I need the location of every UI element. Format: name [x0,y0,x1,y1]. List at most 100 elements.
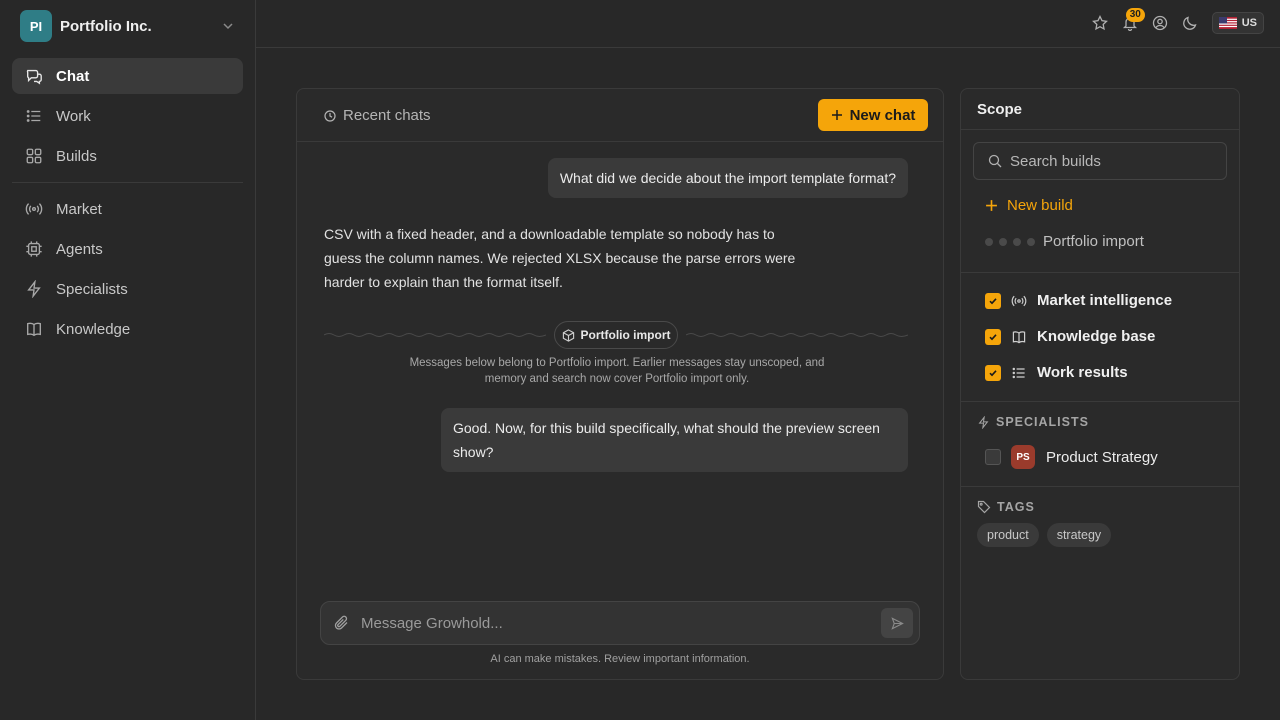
divider [961,129,1239,130]
wave-divider-left [324,333,546,337]
locale-label: US [1241,17,1257,29]
checkbox-checked[interactable] [985,328,1001,345]
scope-note: Messages below belong to Portfolio impor… [409,357,825,385]
nav-item-agents[interactable]: Agents [12,231,243,267]
chat-bubbles-icon [26,69,42,85]
message-input[interactable] [361,614,881,632]
send-icon [890,616,904,630]
nav-item-chat[interactable]: Chat [12,58,243,94]
new-build-button[interactable]: New build [985,197,1073,214]
specialists-label: SPECIALISTS [996,415,1089,429]
nav-item-knowledge[interactable]: Knowledge [12,311,243,347]
nav-label-market: Market [56,200,102,218]
nav-item-market[interactable]: Market [12,191,243,227]
tag-list: product strategy [977,523,1112,547]
source-market-intelligence[interactable]: Market intelligence [985,292,1172,309]
user-message: What did we decide about the import temp… [547,158,908,198]
list-icon [1012,367,1025,378]
checkbox-checked[interactable] [985,292,1001,309]
star-icon[interactable] [1091,15,1108,31]
locale-switcher[interactable]: US [1211,12,1264,34]
nav-label-work: Work [56,107,91,125]
search-builds [973,142,1227,180]
bolt-icon [27,280,41,298]
build-item[interactable]: Portfolio import [985,233,1144,250]
divider [961,272,1239,273]
scope-divider: Portfolio import [324,321,908,349]
notifications-button[interactable]: 30 [1122,8,1145,31]
tags-label: TAGS [997,500,1035,514]
source-label: Market intelligence [1037,292,1173,309]
org-avatar: PI [20,10,52,42]
cube-icon [562,328,574,342]
specialists-heading: SPECIALISTS [977,415,1089,429]
recent-chats-label: Recent chats [343,107,431,124]
sidebar: PI Portfolio Inc. Chat Work Builds Marke… [0,0,256,720]
divider [961,401,1239,402]
nav-item-work[interactable]: Work [12,98,243,134]
search-icon [988,154,1002,168]
tag-icon [977,500,991,514]
source-label: Work results [1037,364,1128,381]
book-icon [27,322,41,337]
list-icon [26,110,41,122]
book-icon [1012,330,1026,343]
wave-divider-right [686,333,908,337]
clock-icon [324,109,336,122]
nav-divider [12,182,243,183]
nav-label-builds: Builds [56,147,97,165]
chip-icon [26,241,42,257]
us-flag-icon [1218,17,1237,29]
notification-badge: 30 [1125,8,1145,22]
recent-chats-button[interactable]: Recent chats [324,107,431,124]
nav-label-specialists: Specialists [56,280,128,298]
grid-icon [26,148,42,164]
user-message: Good. Now, for this build specifically, … [441,408,908,472]
org-name: Portfolio Inc. [60,17,152,35]
check-icon [989,333,997,340]
tags-heading: TAGS [977,500,1035,514]
broadcast-icon [25,203,43,215]
search-builds-input[interactable] [1010,152,1210,170]
user-icon[interactable] [1152,15,1168,31]
topbar-actions: 30 US [1091,8,1264,34]
nav-label-chat: Chat [56,67,90,85]
nav-label-knowledge: Knowledge [56,320,131,338]
moon-icon[interactable] [1182,15,1198,31]
new-chat-label: New chat [849,106,916,124]
topbar: 30 US [256,0,1280,48]
tag-strategy[interactable]: strategy [1046,523,1112,547]
new-build-label: New build [1007,197,1073,214]
source-label: Knowledge base [1037,328,1156,345]
bolt-icon [978,415,989,429]
specialist-name: Product Strategy [1046,448,1158,466]
scope-pill: Portfolio import [554,321,678,349]
new-chat-button[interactable]: New chat [818,99,928,131]
nav-item-builds[interactable]: Builds [12,138,243,174]
send-button[interactable] [881,608,913,638]
nav-item-specialists[interactable]: Specialists [12,271,243,307]
chat-panel: Recent chats New chat What did we decide… [296,88,944,680]
paperclip-icon[interactable] [333,614,351,632]
org-switcher[interactable]: PI Portfolio Inc. [20,10,236,42]
scope-panel: Scope New build Portfolio import Market … [960,88,1240,680]
message-composer [320,601,920,645]
chevron-down-icon [223,23,233,30]
specialist-product-strategy[interactable]: PS Product Strategy [985,445,1158,469]
check-icon [989,369,997,376]
broadcast-icon [1011,295,1027,306]
assistant-message: CSV with a fixed header, and a downloada… [324,226,796,290]
scope-pill-label: Portfolio import [580,328,671,342]
disclaimer: AI can make mistakes. Review important i… [490,653,750,665]
primary-nav: Chat Work Builds [12,58,243,178]
plus-icon [986,200,997,211]
check-icon [989,297,997,304]
checkbox-checked[interactable] [985,364,1001,381]
chat-header: Recent chats New chat [297,89,943,142]
source-work-results[interactable]: Work results [985,364,1128,381]
divider [961,486,1239,487]
source-knowledge-base[interactable]: Knowledge base [985,328,1155,345]
tag-product[interactable]: product [977,523,1039,547]
checkbox-unchecked[interactable] [985,449,1001,465]
scope-title: Scope [977,101,1023,118]
